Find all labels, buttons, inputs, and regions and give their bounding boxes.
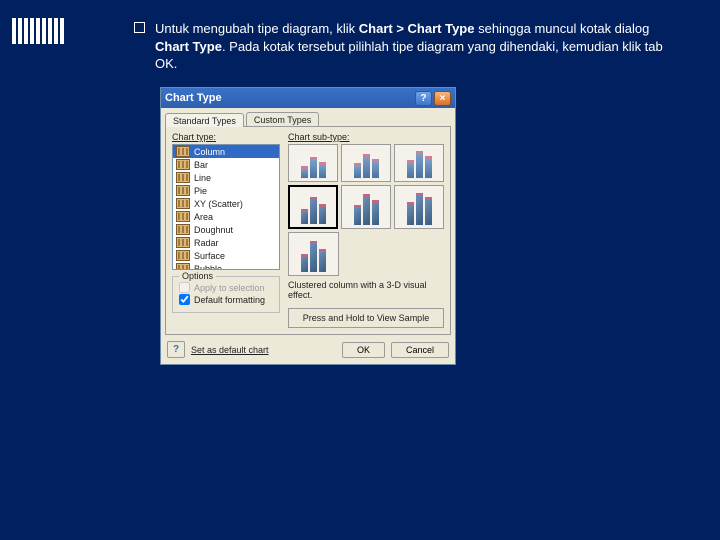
radar-icon bbox=[176, 237, 190, 248]
dialog-tabs: Standard Types Custom Types bbox=[165, 112, 451, 126]
doughnut-icon bbox=[176, 224, 190, 235]
chart-subtype-grid-row2 bbox=[288, 185, 444, 229]
subtype-thumb[interactable] bbox=[288, 232, 339, 276]
surface-icon bbox=[176, 250, 190, 261]
tab-custom-types[interactable]: Custom Types bbox=[246, 112, 319, 126]
chart-type-list[interactable]: Column Bar Line Pie XY (Scatter) Area Do… bbox=[172, 144, 280, 270]
close-icon[interactable]: × bbox=[434, 91, 451, 106]
line-icon bbox=[176, 172, 190, 183]
bar-icon bbox=[176, 159, 190, 170]
chart-subtype-label: Chart sub-type: bbox=[288, 132, 444, 142]
chart-type-label: Chart type: bbox=[172, 132, 280, 142]
subtype-thumb-selected[interactable] bbox=[288, 185, 338, 229]
chart-subtype-grid bbox=[288, 144, 444, 182]
subtype-thumb[interactable] bbox=[394, 144, 444, 182]
subtype-thumb[interactable] bbox=[288, 144, 338, 182]
list-item[interactable]: Bar bbox=[173, 158, 279, 171]
dialog-titlebar[interactable]: Chart Type ? × bbox=[161, 88, 455, 108]
subtype-description: Clustered column with a 3-D visual effec… bbox=[288, 280, 444, 300]
ok-button[interactable]: OK bbox=[342, 342, 385, 358]
tab-standard-types[interactable]: Standard Types bbox=[165, 113, 244, 127]
list-item[interactable]: Doughnut bbox=[173, 223, 279, 236]
list-item[interactable]: Area bbox=[173, 210, 279, 223]
set-default-link[interactable]: Set as default chart bbox=[191, 345, 336, 355]
chart-type-dialog: Chart Type ? × Standard Types Custom Typ… bbox=[160, 87, 456, 365]
apply-to-selection-checkbox[interactable]: Apply to selection bbox=[179, 282, 273, 293]
bubble-icon bbox=[176, 263, 190, 270]
dialog-footer: ? Set as default chart OK Cancel bbox=[161, 335, 455, 364]
options-label: Options bbox=[179, 271, 216, 281]
chart-subtype-grid-row3 bbox=[288, 232, 339, 276]
list-item[interactable]: Surface bbox=[173, 249, 279, 262]
default-formatting-checkbox[interactable]: Default formatting bbox=[179, 294, 273, 305]
list-item[interactable]: Column bbox=[173, 145, 279, 158]
list-item[interactable]: XY (Scatter) bbox=[173, 197, 279, 210]
dialog-body: Chart type: Column Bar Line Pie XY (Scat… bbox=[165, 126, 451, 335]
cancel-button[interactable]: Cancel bbox=[391, 342, 449, 358]
column-icon bbox=[176, 146, 190, 157]
list-item[interactable]: Line bbox=[173, 171, 279, 184]
bullet-marker bbox=[134, 22, 145, 33]
options-group: Options Apply to selection Default forma… bbox=[172, 276, 280, 313]
dialog-title: Chart Type bbox=[165, 92, 413, 104]
help-icon[interactable]: ? bbox=[415, 91, 432, 106]
slide-decoration bbox=[12, 18, 64, 44]
area-icon bbox=[176, 211, 190, 222]
subtype-thumb[interactable] bbox=[394, 185, 444, 229]
bullet-item: Untuk mengubah tipe diagram, klik Chart … bbox=[134, 20, 680, 73]
subtype-thumb[interactable] bbox=[341, 144, 391, 182]
list-item[interactable]: Bubble bbox=[173, 262, 279, 270]
pie-icon bbox=[176, 185, 190, 196]
scatter-icon bbox=[176, 198, 190, 209]
help-button[interactable]: ? bbox=[167, 341, 185, 358]
view-sample-button[interactable]: Press and Hold to View Sample bbox=[288, 308, 444, 328]
bullet-text: Untuk mengubah tipe diagram, klik Chart … bbox=[155, 20, 680, 73]
list-item[interactable]: Pie bbox=[173, 184, 279, 197]
subtype-thumb[interactable] bbox=[341, 185, 391, 229]
list-item[interactable]: Radar bbox=[173, 236, 279, 249]
